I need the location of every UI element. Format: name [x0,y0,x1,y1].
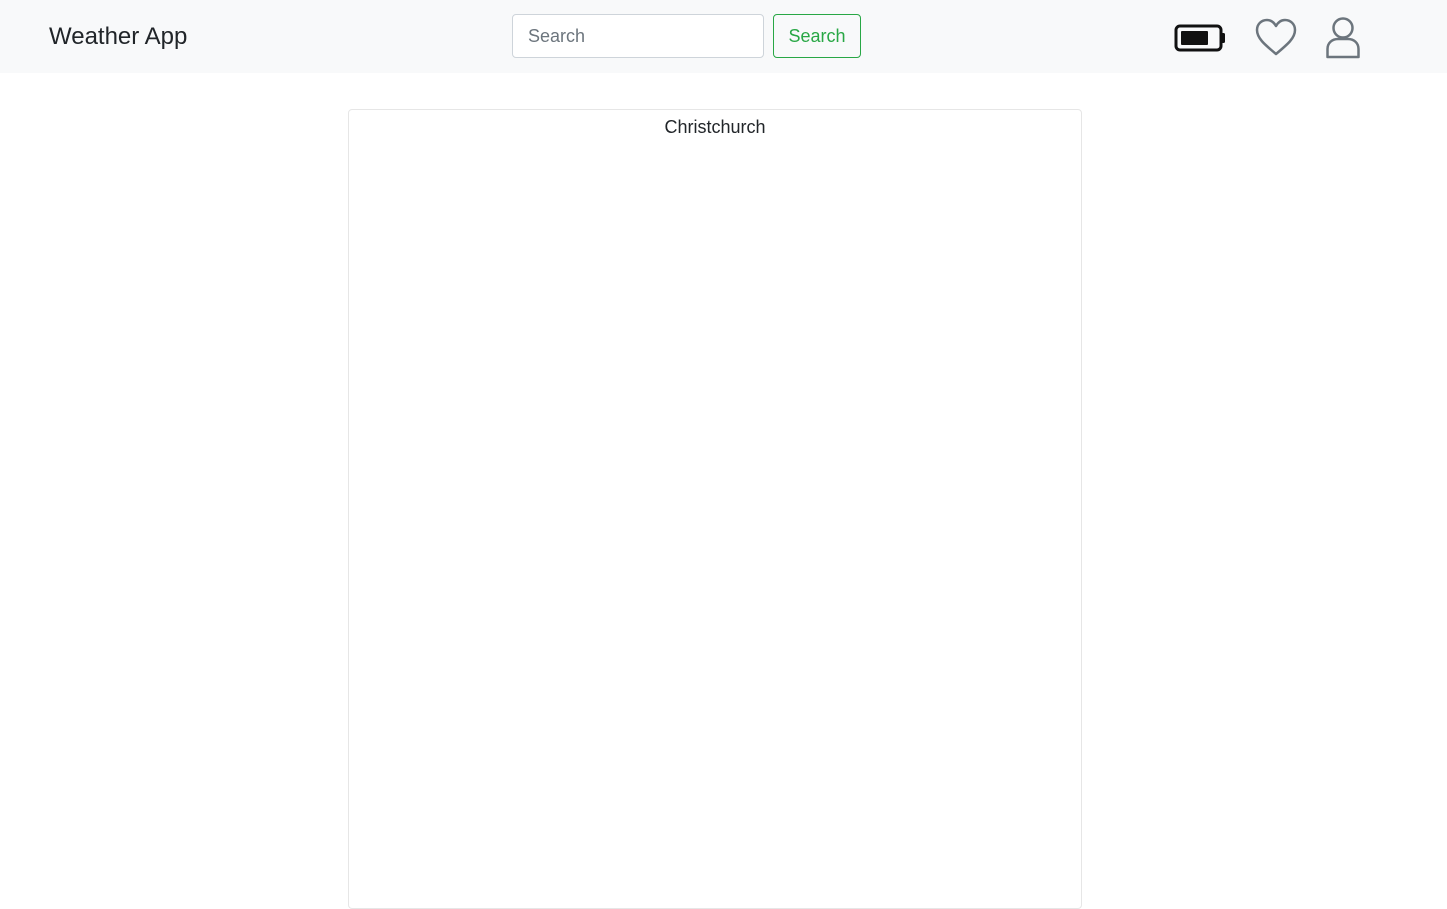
user-icon[interactable] [1324,16,1362,60]
heart-icon[interactable] [1255,18,1297,58]
search-input[interactable] [512,14,764,58]
battery-icon[interactable] [1174,22,1228,54]
city-name: Christchurch [664,117,766,137]
navbar: Weather App Search [0,0,1447,73]
search-button[interactable]: Search [773,14,861,58]
brand-title[interactable]: Weather App [49,22,187,52]
weather-card: Christchurch [348,109,1082,909]
